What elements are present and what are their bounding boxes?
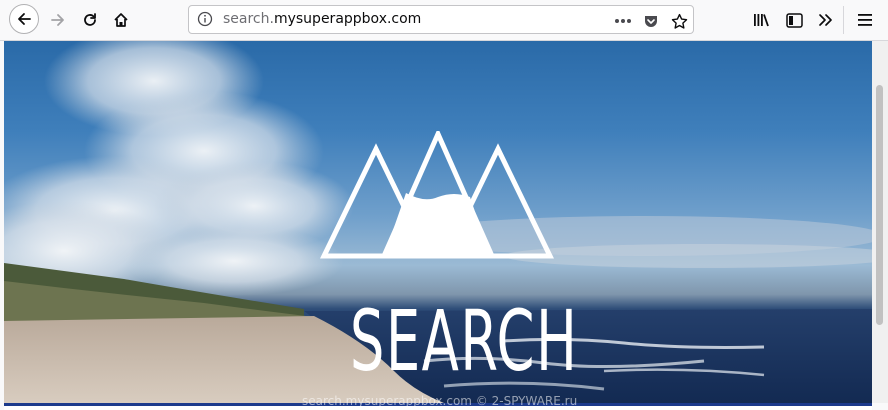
sidebar-icon [785, 12, 803, 28]
watermark: search.mysuperappbox.com © 2-SPYWARE.ru [302, 394, 578, 408]
toolbar-separator [843, 6, 844, 34]
star-icon [671, 13, 687, 29]
search-logo-mark [320, 131, 554, 259]
reload-icon [84, 13, 96, 26]
browser-toolbar: search.mysuperappbox.com [0, 0, 888, 41]
pocket-button[interactable] [642, 12, 660, 30]
url-bar[interactable]: search.mysuperappbox.com [188, 5, 694, 34]
url-domain: mysuperappbox.com [273, 11, 422, 27]
bookmark-button[interactable] [670, 12, 688, 30]
url-subdomain: search. [223, 11, 274, 27]
info-icon[interactable] [197, 11, 215, 29]
back-arrow-icon [18, 13, 31, 25]
reload-button[interactable] [76, 6, 104, 34]
hamburger-icon [858, 14, 872, 26]
back-button[interactable] [9, 4, 39, 34]
library-button[interactable] [752, 10, 772, 30]
forward-arrow-icon [51, 14, 64, 26]
scrollbar-thumb[interactable] [876, 85, 883, 325]
scrollbar[interactable] [872, 41, 888, 403]
page-content: SEARCH [4, 41, 872, 403]
home-icon [114, 13, 128, 27]
more-horizontal-icon [615, 19, 631, 23]
library-icon [754, 14, 769, 27]
home-button[interactable] [107, 6, 135, 34]
search-logo-text: SEARCH [349, 292, 579, 390]
forward-button[interactable] [44, 6, 72, 34]
double-chevron-icon [819, 14, 832, 26]
menu-button[interactable] [855, 10, 875, 30]
sidebar-button[interactable] [784, 10, 804, 30]
overflow-button[interactable] [816, 10, 836, 30]
pocket-icon [645, 16, 657, 27]
url-text[interactable]: search.mysuperappbox.com [223, 11, 421, 27]
page-actions-button[interactable] [614, 12, 632, 30]
